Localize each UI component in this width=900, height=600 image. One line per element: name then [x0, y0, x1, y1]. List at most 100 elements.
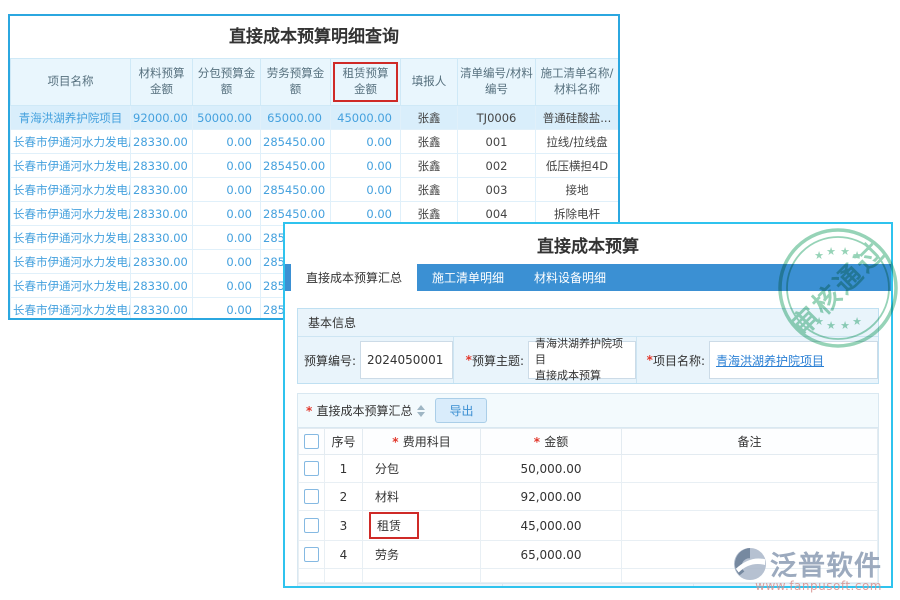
field-budget-no: 预算编号: 2024050001 — [298, 337, 453, 383]
cell: 张鑫 — [401, 130, 458, 154]
footer-divider — [693, 584, 694, 588]
budget-window: 直接成本预算 直接成本预算汇总 施工清单明细 材料设备明细 基本信息 预算编号:… — [283, 222, 893, 588]
column-header-subject: 费用科目 — [363, 429, 481, 455]
cell: 002 — [458, 154, 536, 178]
checkbox-cell — [299, 455, 325, 483]
subject-line1: 青海洪湖养护院项目 — [535, 336, 629, 368]
sort-icon[interactable] — [417, 405, 425, 417]
cell-amount: 65,000.00 — [481, 541, 622, 569]
screen: 直接成本预算明细查询 项目名称 材料预算金额 分包预算金额 劳务预算金额 租赁预… — [0, 0, 900, 600]
cell: 张鑫 — [401, 106, 458, 130]
table-row[interactable]: 2材料92,000.00 — [299, 483, 878, 511]
cell: 28330.00 — [131, 298, 193, 321]
cell: 28330.00 — [131, 274, 193, 298]
tab-construction-list-detail[interactable]: 施工清单明细 — [417, 264, 519, 291]
cell: 张鑫 — [401, 154, 458, 178]
row-checkbox[interactable] — [304, 489, 319, 504]
cell-subject: 劳务 — [363, 541, 481, 569]
table-row[interactable]: 长春市伊通河水力发电厂28330.000.00285450.000.00张鑫00… — [11, 130, 619, 154]
query-window-title: 直接成本预算明细查询 — [10, 16, 618, 58]
cell-subject: 材料 — [363, 483, 481, 511]
cell: 0.00 — [193, 226, 261, 250]
cell: 28330.00 — [131, 250, 193, 274]
cell: 低压横担4D — [536, 154, 619, 178]
row-checkbox[interactable] — [304, 518, 319, 533]
cell: 长春市伊通河水力发电厂 — [11, 274, 131, 298]
summary-section-label: 直接成本预算汇总 — [306, 402, 412, 419]
column-header-list-name: 施工清单名称/材料名称 — [536, 59, 619, 106]
basic-info-panel: 基本信息 预算编号: 2024050001 预算主题: 青海洪湖养护院项目 直接… — [297, 308, 879, 384]
cell: 28330.00 — [131, 130, 193, 154]
subject-line2: 直接成本预算 — [535, 368, 629, 384]
project-input: 青海洪湖养护院项目 — [709, 341, 878, 379]
cell: 长春市伊通河水力发电厂 — [11, 298, 131, 321]
cell-amount: 50,000.00 — [481, 455, 622, 483]
header-checkbox-cell — [299, 429, 325, 455]
cell: 长春市伊通河水力发电厂 — [11, 130, 131, 154]
cell: 0.00 — [193, 178, 261, 202]
project-link[interactable]: 青海洪湖养护院项目 — [716, 352, 871, 369]
cell-subject: 分包 — [363, 455, 481, 483]
cell: 0.00 — [193, 154, 261, 178]
cell-no: 2 — [325, 483, 363, 511]
cell: 普通硅酸盐... — [536, 106, 619, 130]
budget-no-input[interactable]: 2024050001 — [360, 341, 453, 379]
table-row[interactable]: 青海洪湖养护院项目92000.0050000.0065000.0045000.0… — [11, 106, 619, 130]
tab-material-equipment-detail[interactable]: 材料设备明细 — [519, 264, 621, 291]
cell: 长春市伊通河水力发电厂 — [11, 154, 131, 178]
cell: 28330.00 — [131, 154, 193, 178]
cell: 张鑫 — [401, 178, 458, 202]
column-header-remark: 备注 — [622, 429, 878, 455]
column-header-labor-budget: 劳务预算金额 — [261, 59, 331, 106]
cell: 001 — [458, 130, 536, 154]
cell: 92000.00 — [131, 106, 193, 130]
cell: 0.00 — [193, 274, 261, 298]
cell: 青海洪湖养护院项目 — [11, 106, 131, 130]
column-header-reporter: 填报人 — [401, 59, 458, 106]
field-project: 项目名称: 青海洪湖养护院项目 — [636, 337, 878, 383]
footer-divider — [502, 584, 503, 588]
export-button[interactable]: 导出 — [435, 398, 487, 423]
cell: 003 — [458, 178, 536, 202]
project-label: 项目名称: — [637, 337, 709, 383]
table-row[interactable]: 3租赁45,000.00 — [299, 511, 878, 541]
budget-no-label: 预算编号: — [298, 337, 360, 383]
cell: 45000.00 — [331, 106, 401, 130]
cell-no: 3 — [325, 511, 363, 541]
cell: 0.00 — [331, 130, 401, 154]
cell: 0.00 — [193, 250, 261, 274]
budget-no-value: 2024050001 — [367, 353, 446, 367]
cell-remark — [622, 511, 878, 541]
column-header-lease-budget: 租赁预算金额 — [331, 59, 401, 106]
subject-input[interactable]: 青海洪湖养护院项目 直接成本预算 — [528, 341, 636, 379]
row-checkbox[interactable] — [304, 547, 319, 562]
checkbox-cell — [299, 541, 325, 569]
summary-table-header-row: 序号 费用科目 金额 备注 — [299, 429, 878, 455]
select-all-checkbox[interactable] — [304, 434, 319, 449]
table-row[interactable]: 1分包50,000.00 — [299, 455, 878, 483]
table-row[interactable]: 长春市伊通河水力发电厂28330.000.00285450.000.00张鑫00… — [11, 154, 619, 178]
checkbox-cell — [299, 511, 325, 541]
cell-remark — [622, 483, 878, 511]
cell: 28330.00 — [131, 202, 193, 226]
subject-label: 预算主题: — [454, 337, 528, 383]
field-subject: 预算主题: 青海洪湖养护院项目 直接成本预算 — [453, 337, 636, 383]
row-checkbox[interactable] — [304, 461, 319, 476]
column-header-list-code: 清单编号/材料编号 — [458, 59, 536, 106]
brand-logo-icon — [733, 547, 767, 581]
cell: 长春市伊通河水力发电厂 — [11, 178, 131, 202]
cell: 0.00 — [193, 202, 261, 226]
brand-name: 泛普软件 — [770, 544, 882, 583]
basic-info-title: 基本信息 — [298, 309, 878, 337]
cell: 长春市伊通河水力发电厂 — [11, 250, 131, 274]
cell: 0.00 — [331, 154, 401, 178]
cell-remark — [622, 455, 878, 483]
table-row[interactable]: 长春市伊通河水力发电厂28330.000.00285450.000.00张鑫00… — [11, 178, 619, 202]
cell: TJ0006 — [458, 106, 536, 130]
cell: 65000.00 — [261, 106, 331, 130]
checkbox-cell — [299, 483, 325, 511]
brand-url: www.fanpusoft.com — [733, 579, 882, 593]
tab-budget-summary[interactable]: 直接成本预算汇总 — [291, 264, 417, 291]
red-highlight-box: 租赁 — [369, 512, 419, 539]
cell: 拉线/拉线盘 — [536, 130, 619, 154]
